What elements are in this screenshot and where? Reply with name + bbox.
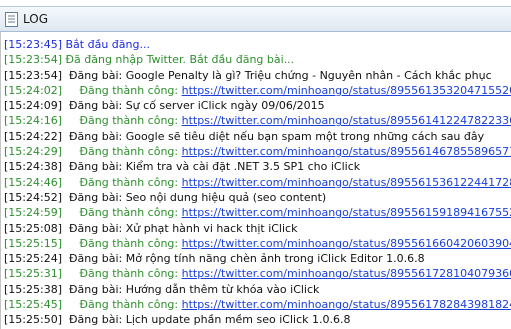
log-line: [15:24:46] Đăng thành công: https://twit… (4, 175, 511, 190)
log-timestamp: [15:25:08] (4, 221, 62, 235)
log-message: Đăng bài: Kiểm tra và cài đặt .NET 3.5 S… (69, 160, 361, 174)
log-output[interactable]: [15:23:45] Bắt đầu đăng... [15:23:54] Đã … (0, 32, 511, 329)
log-timestamp: [15:24:29] (4, 145, 62, 159)
log-line: [15:23:45] Bắt đầu đăng... (4, 37, 511, 52)
log-timestamp: [15:23:45] (4, 38, 62, 51)
log-message: Đã đăng nhập Twitter. Bắt đầu đăng bài..… (65, 53, 295, 67)
log-line: [15:25:50] Đăng bài: Lịch update phần mề… (4, 312, 511, 327)
tweet-status-link[interactable]: https://twitter.com/minhoango/status/895… (182, 298, 511, 311)
log-line: [15:24:09] Đăng bài: Sự cố server iClick… (4, 98, 511, 113)
log-timestamp: [15:25:45] (4, 298, 62, 312)
log-message: Đăng bài: Mở rộng tính năng chèn ảnh tro… (69, 252, 425, 266)
log-message: Đăng thành công: (79, 175, 182, 189)
log-line: [15:24:38] Đăng bài: Kiểm tra và cài đặt… (4, 159, 511, 174)
log-line: [15:25:45] Đăng thành công: https://twit… (4, 297, 511, 312)
log-message: Đăng bài: Sự cố server iClick ngày 09/06… (69, 99, 325, 113)
log-message: Đăng bài: Google Penalty là gì? Triệu ch… (69, 68, 492, 82)
tweet-status-link[interactable]: https://twitter.com/minhoango/status/895… (182, 206, 511, 219)
log-message: Bắt đầu đăng... (65, 38, 150, 51)
log-timestamp: [15:24:22] (4, 129, 62, 143)
log-message: Đăng bài: Google sẽ tiêu diệt nếu bạn sp… (69, 129, 485, 143)
log-message: Đăng bài: Xử phạt hành vi hack thịt iCli… (69, 221, 298, 235)
log-message: Đăng thành công: (79, 114, 182, 128)
log-line: [15:25:15] Đăng thành công: https://twit… (4, 236, 511, 251)
log-message: Đăng thành công: (79, 267, 182, 281)
log-lines: [15:23:45] Bắt đầu đăng... [15:23:54] Đã … (4, 37, 511, 329)
log-line: [15:25:38] Đăng bài: Hướng dẫn thêm từ k… (4, 282, 511, 297)
log-line: [15:25:08] Đăng bài: Xử phạt hành vi hac… (4, 221, 511, 236)
tweet-status-link[interactable]: https://twitter.com/minhoango/status/895… (182, 84, 511, 97)
log-message: Đăng thành công: (79, 298, 182, 312)
log-timestamp: [15:24:16] (4, 114, 62, 128)
log-timestamp: [15:25:24] (4, 252, 62, 266)
log-line: [15:24:22] Đăng bài: Google sẽ tiêu diệt… (4, 129, 511, 144)
log-message: Đăng thành công: (79, 206, 182, 220)
log-message: Đăng bài: Seo nội dung hiệu quả (seo con… (69, 190, 327, 204)
tweet-status-link[interactable]: https://twitter.com/minhoango/status/895… (182, 176, 511, 189)
tweet-status-link[interactable]: https://twitter.com/minhoango/status/895… (182, 237, 511, 250)
log-message: Đăng thành công: (79, 236, 182, 250)
log-message: Đăng thành công: (79, 145, 182, 159)
log-timestamp: [15:25:50] (4, 313, 62, 327)
log-line: [15:24:16] Đăng thành công: https://twit… (4, 113, 511, 128)
panel-title: LOG (23, 12, 49, 26)
log-timestamp: [15:24:38] (4, 160, 62, 174)
log-line: [15:23:54] Đăng bài: Google Penalty là g… (4, 68, 511, 83)
log-line: [15:24:59] Đăng thành công: https://twit… (4, 205, 511, 220)
log-line: [15:23:54] Đã đăng nhập Twitter. Bắt đầu… (4, 52, 511, 67)
log-timestamp: [15:25:15] (4, 236, 62, 250)
document-icon (5, 12, 18, 27)
log-timestamp: [15:25:31] (4, 267, 62, 281)
log-line: [15:24:02] Đăng thành công: https://twit… (4, 83, 511, 98)
log-timestamp: [15:23:54] (4, 68, 62, 82)
log-line: [15:25:24] Đăng bài: Mở rộng tính năng c… (4, 251, 511, 266)
log-panel-header: LOG (0, 6, 511, 32)
tweet-status-link[interactable]: https://twitter.com/minhoango/status/895… (182, 114, 511, 127)
log-timestamp: [15:24:09] (4, 99, 62, 113)
log-message: Đăng thành công: (79, 83, 182, 97)
log-timestamp: [15:25:38] (4, 282, 62, 296)
log-timestamp: [15:24:46] (4, 175, 62, 189)
log-line: [15:24:29] Đăng thành công: https://twit… (4, 144, 511, 159)
log-line: [15:24:52] Đăng bài: Seo nội dung hiệu q… (4, 190, 511, 205)
log-line: [15:25:31] Đăng thành công: https://twit… (4, 266, 511, 281)
tweet-status-link[interactable]: https://twitter.com/minhoango/status/895… (182, 145, 511, 158)
log-timestamp: [15:23:54] (4, 53, 62, 67)
log-message: Đăng bài: Lịch update phần mềm seo iClic… (69, 313, 351, 327)
log-timestamp: [15:24:02] (4, 83, 62, 97)
log-message: Đăng bài: Hướng dẫn thêm từ khóa vào iCl… (69, 282, 320, 296)
log-timestamp: [15:24:59] (4, 206, 62, 220)
tweet-status-link[interactable]: https://twitter.com/minhoango/status/895… (182, 267, 511, 280)
log-timestamp: [15:24:52] (4, 190, 62, 204)
